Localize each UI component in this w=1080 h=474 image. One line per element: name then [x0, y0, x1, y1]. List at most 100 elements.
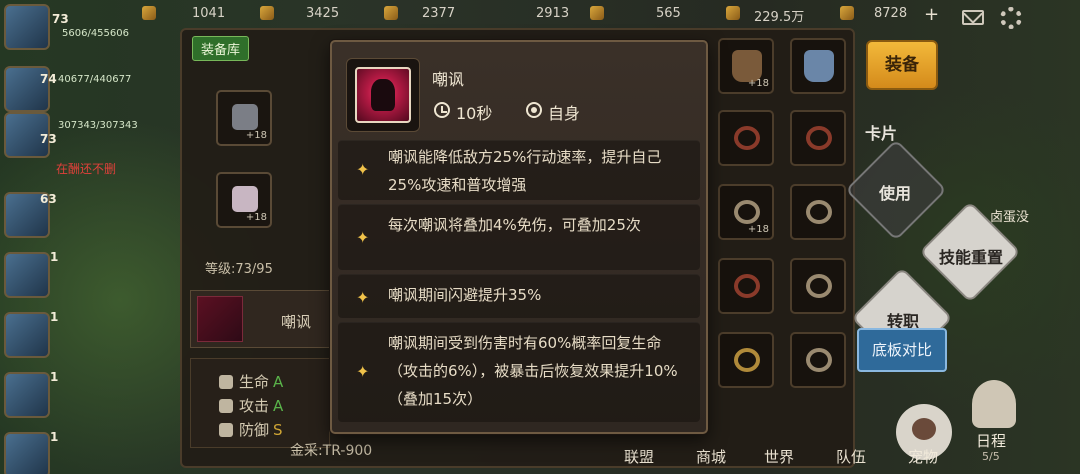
member-hp: 5606/455606 [62, 28, 129, 39]
member-level: 1 [50, 310, 59, 324]
enhance-level: +18 [245, 212, 267, 223]
ore-icon [384, 6, 398, 20]
party-member[interactable]: 1 [0, 248, 150, 308]
bag-slot[interactable] [718, 258, 774, 314]
effect-text: 嘲讽能降低敌方25%行动速率，提升自己25%攻速和普攻增强 [388, 148, 662, 194]
resource-5: 565 [656, 6, 681, 21]
list-item: ✦ 嘲讽期间受到伤害时有60%概率回复生命（攻击的6%），被暴击后恢复效果提升1… [338, 322, 700, 422]
avatar [4, 4, 50, 50]
armor-slot[interactable]: +18 [216, 172, 272, 228]
party-member[interactable]: 1 [0, 368, 150, 428]
ring-icon [734, 200, 760, 224]
weapon-slot[interactable]: +18 [216, 90, 272, 146]
taunt-skill-icon [355, 67, 411, 123]
list-item: ✦ 嘲讽期间闪避提升35% [338, 274, 700, 318]
mail-icon[interactable] [962, 10, 984, 25]
member-level: 1 [50, 250, 59, 264]
armor-icon [232, 186, 258, 212]
star-icon: ✦ [356, 228, 370, 247]
nav-shop[interactable]: 商城 [696, 446, 726, 467]
nav-world[interactable]: 世界 [764, 446, 794, 467]
coin-icon [726, 6, 740, 20]
party-member[interactable]: 73 5606/455606 [0, 0, 150, 60]
avatar [4, 372, 50, 418]
skill-icon-frame [346, 58, 420, 132]
nav-team[interactable]: 队伍 [836, 446, 866, 467]
resource-3: 2377 [422, 6, 456, 21]
stat-defense: 防御 S [239, 421, 283, 439]
member-level: 73 [52, 12, 69, 26]
avatar [972, 380, 1016, 428]
star-icon: ✦ [356, 160, 370, 179]
compare-button[interactable]: 底板对比 [857, 328, 947, 372]
shield-icon [219, 423, 233, 437]
taunt-skill-icon [197, 296, 243, 342]
player-name: 卤蛋没 [990, 210, 1030, 225]
hammer-icon [232, 104, 258, 130]
stat-attack: 攻击 A [239, 397, 284, 415]
resource-1: 1041 [192, 6, 226, 21]
bag-slot[interactable]: +18 [718, 184, 774, 240]
avatar [4, 312, 50, 358]
ring-icon [734, 274, 760, 298]
member-level: 73 [40, 132, 57, 146]
enhance-level: +18 [245, 130, 267, 141]
resource-gold: 229.5万 [754, 10, 805, 25]
bottom-nav: 联盟 商城 世界 队伍 [0, 440, 1080, 474]
resource-4: 2913 [536, 6, 570, 21]
chest-icon [590, 6, 604, 20]
use-button[interactable]: 使用 [850, 180, 940, 204]
effect-text: 每次嘲讽将叠加4%免伤，可叠加25次 [388, 216, 641, 234]
bag-slot[interactable] [790, 258, 846, 314]
ring-icon [806, 200, 832, 224]
effect-text: 嘲讽期间闪避提升35% [388, 286, 542, 304]
list-item: ✦ 每次嘲讽将叠加4%免伤，可叠加25次 [338, 204, 700, 270]
list-item: ✦ 嘲讽能降低敌方25%行动速率，提升自己25%攻速和普攻增强 [338, 140, 700, 200]
stat-grades: 生命 A 攻击 A 防御 S [190, 358, 330, 448]
ring-icon [806, 126, 832, 150]
equip-button[interactable]: 装备 [866, 40, 938, 90]
skill-cooldown: 10秒 [456, 104, 493, 123]
ring-icon [734, 348, 760, 372]
enhance-level: +18 [747, 224, 769, 235]
party-member[interactable]: 73 307343/307343 [0, 108, 150, 168]
skill-title: 嘲讽 [432, 70, 465, 89]
avatar [4, 252, 50, 298]
gem-icon [260, 6, 274, 20]
star-icon: ✦ [356, 288, 370, 307]
skill-target: 自身 [548, 104, 581, 123]
diamond-icon [840, 6, 854, 20]
gear-icon[interactable] [1000, 7, 1022, 29]
tab-equipment-storage[interactable]: 装备库 [192, 36, 250, 61]
bag-slot[interactable] [790, 184, 846, 240]
bag-slot[interactable] [718, 110, 774, 166]
ring-icon [734, 126, 760, 150]
effect-text: 嘲讽期间受到伤害时有60%概率回复生命（攻击的6%），被暴击后恢复效果提升10%… [388, 334, 678, 408]
resource-diamond: 8728 [874, 6, 908, 21]
skill-tooltip: 嘲讽 10秒 自身 ✦ 嘲讽能降低敌方25%行动速率，提升自己25%攻速和普攻增… [330, 40, 708, 434]
skill-name: 嘲讽 [281, 313, 312, 331]
party-list: 73 5606/455606 74 40677/440677 73 307343… [0, 0, 150, 474]
member-level: 74 [40, 72, 57, 86]
equipped-skill[interactable]: 嘲讽 [190, 290, 330, 348]
bag-slot[interactable]: +18 [718, 38, 774, 94]
member-level: 63 [40, 192, 57, 206]
bag-slot[interactable] [790, 332, 846, 388]
card-label[interactable]: 卡片 [836, 120, 926, 144]
bag-slot[interactable] [790, 38, 846, 94]
add-currency-button[interactable]: + [924, 4, 939, 25]
member-hp: 40677/440677 [58, 74, 132, 85]
party-member[interactable]: 1 [0, 308, 150, 368]
ring-icon [806, 274, 832, 298]
resource-2: 3425 [306, 6, 340, 21]
target-icon [526, 102, 542, 118]
bag-slot[interactable] [718, 332, 774, 388]
heart-icon [219, 375, 233, 389]
member-level: 1 [50, 370, 59, 384]
party-member[interactable]: 63 [0, 188, 150, 248]
party-note: 在酬还不删 [56, 162, 117, 176]
skill-reset-button[interactable]: 技能重置 [926, 244, 1016, 268]
clock-icon [434, 102, 450, 118]
nav-alliance[interactable]: 联盟 [624, 446, 654, 467]
sword-icon [219, 399, 233, 413]
